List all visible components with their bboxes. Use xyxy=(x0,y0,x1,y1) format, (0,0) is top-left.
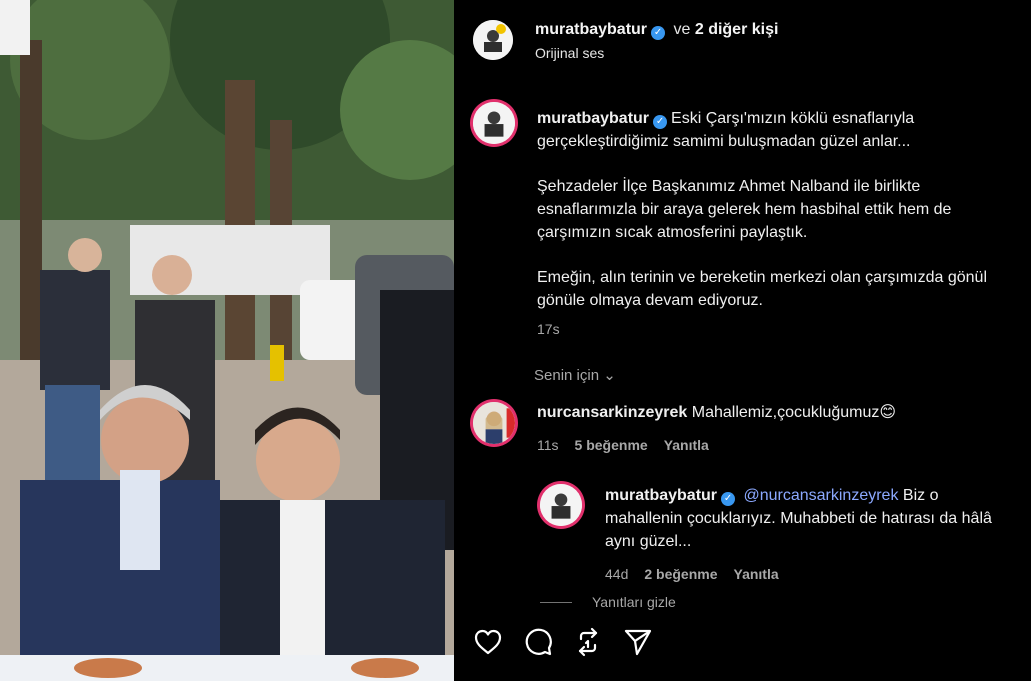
hide-replies-button[interactable]: Yanıtları gizle xyxy=(592,594,676,610)
verified-badge-icon: ✓ xyxy=(653,115,668,129)
comments-filter[interactable]: Senin için ⌄ xyxy=(534,366,616,384)
reply-avatar[interactable] xyxy=(540,484,582,526)
post-photo[interactable] xyxy=(0,0,454,681)
avatar-image xyxy=(473,20,513,60)
chevron-down-icon: ⌄ xyxy=(603,367,616,384)
post-caption: muratbaybatur ✓ Eski Çarşı'mızın köklü esn… xyxy=(537,107,1007,341)
caption-time[interactable]: 17s xyxy=(537,321,560,337)
author-separator: ve xyxy=(673,21,691,38)
caption-text-3: Emeğin, alın terinin ve bereketin merkez… xyxy=(537,269,987,309)
share-icon[interactable] xyxy=(622,626,654,658)
hide-replies-divider xyxy=(540,602,572,603)
comment-time[interactable]: 11s xyxy=(537,437,559,453)
comment-likes[interactable]: 5 beğenme xyxy=(575,437,648,453)
reply-likes[interactable]: 2 beğenme xyxy=(644,566,717,582)
post-image xyxy=(0,0,454,681)
caption-meta: 17s xyxy=(537,318,1007,341)
avatar-image xyxy=(473,402,515,444)
caption-username[interactable]: muratbaybatur xyxy=(537,110,649,127)
reply-mention[interactable]: @nurcansarkinzeyrek xyxy=(743,487,898,504)
author-avatar[interactable] xyxy=(473,20,513,60)
comment-meta: 11s 5 beğenme Yanıtla xyxy=(537,434,1007,457)
post-details-panel: muratbaybatur ✓ ve 2 diğer kişi Orijinal … xyxy=(454,0,1031,681)
reply-item: muratbaybatur ✓ @nurcansarkinzeyrek Biz o… xyxy=(605,484,1010,586)
author-username[interactable]: muratbaybatur xyxy=(535,21,647,38)
verified-badge-icon: ✓ xyxy=(721,492,736,506)
reply-username[interactable]: muratbaybatur xyxy=(605,487,717,504)
comment-text: Mahallemiz,çocukluğumuz😊 xyxy=(691,404,897,421)
reply-time[interactable]: 44d xyxy=(605,566,628,582)
comment-icon[interactable] xyxy=(522,626,554,658)
audio-label[interactable]: Orijinal ses xyxy=(535,45,604,61)
reply-reply-button[interactable]: Yanıtla xyxy=(734,566,779,582)
collaborators-link[interactable]: 2 diğer kişi xyxy=(695,21,779,38)
avatar-image xyxy=(473,102,515,144)
comments-filter-label: Senin için xyxy=(534,367,600,384)
caption-text-2: Şehzadeler İlçe Başkanımız Ahmet Nalband… xyxy=(537,178,952,241)
comment-reply-button[interactable]: Yanıtla xyxy=(664,437,709,453)
caption-avatar[interactable] xyxy=(473,102,515,144)
repost-icon[interactable] xyxy=(572,626,604,658)
reply-meta: 44d 2 beğenme Yanıtla xyxy=(605,563,1010,586)
avatar-image xyxy=(540,484,582,526)
comment-item: nurcansarkinzeyrek Mahallemiz,çocukluğum… xyxy=(537,401,1007,457)
action-bar xyxy=(472,626,654,658)
heart-icon[interactable] xyxy=(472,626,504,658)
verified-badge-icon: ✓ xyxy=(651,26,666,40)
comment-username[interactable]: nurcansarkinzeyrek xyxy=(537,404,687,421)
post-author-line: muratbaybatur ✓ ve 2 diğer kişi xyxy=(535,21,778,40)
commenter-avatar[interactable] xyxy=(473,402,515,444)
